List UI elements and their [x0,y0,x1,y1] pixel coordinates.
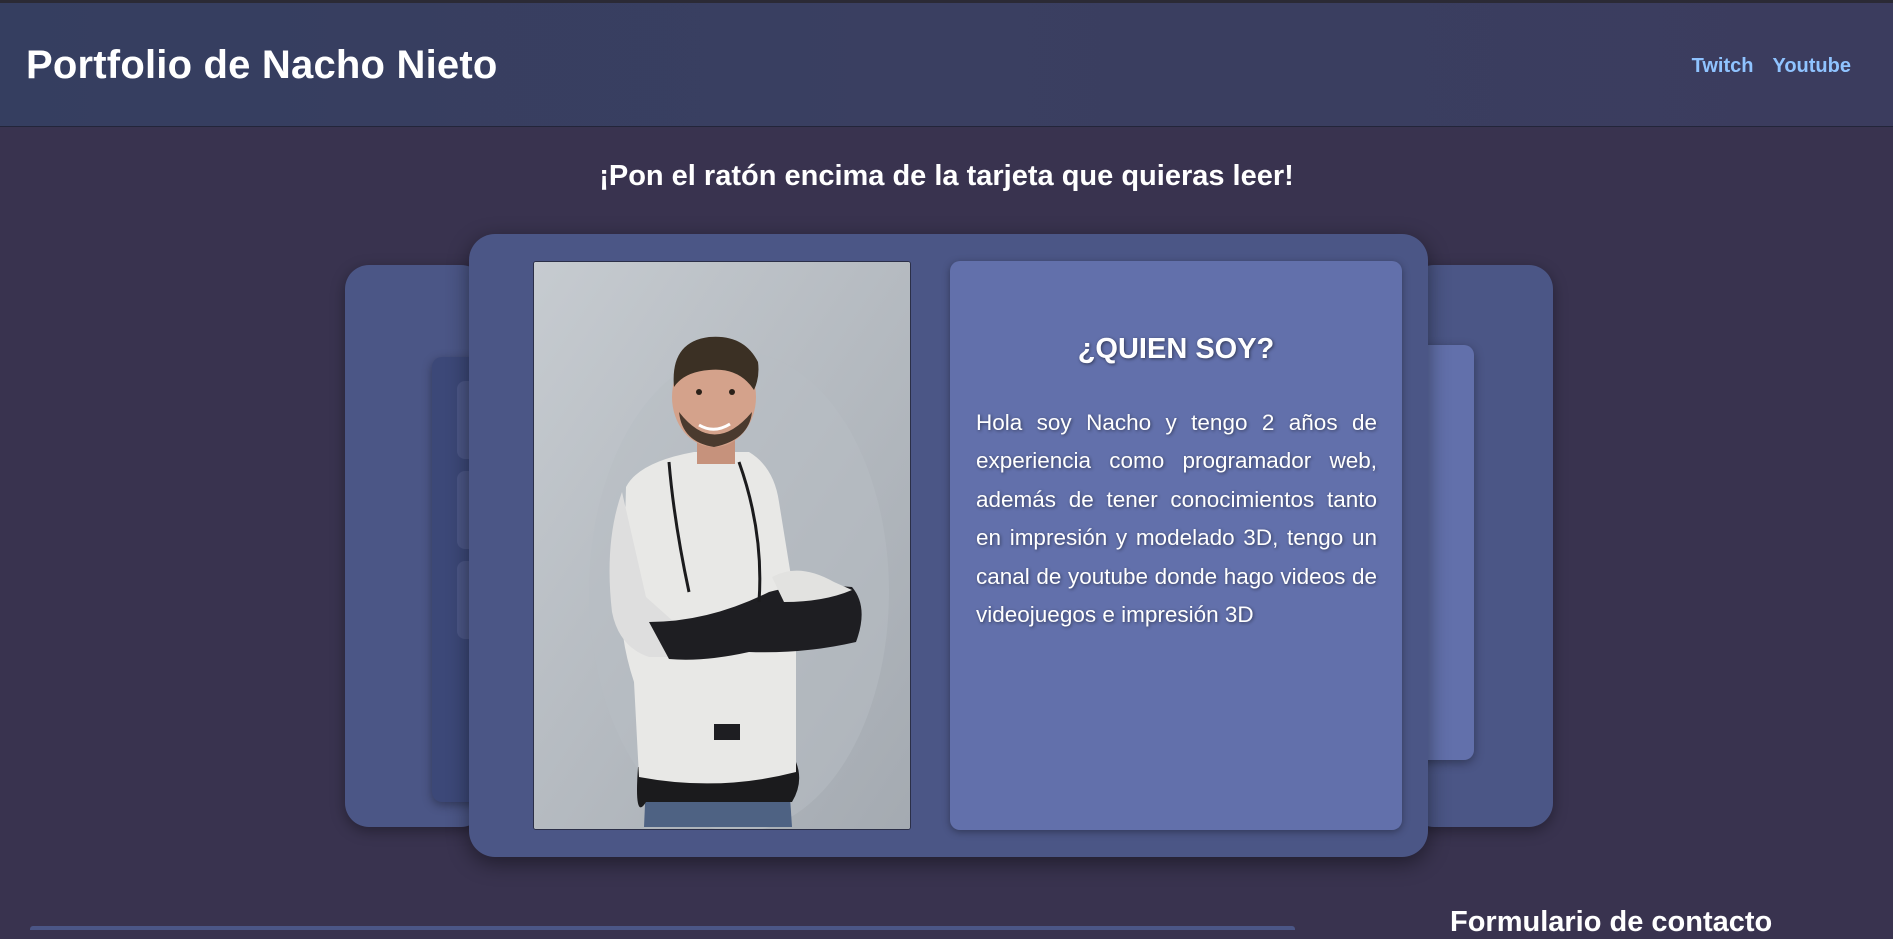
about-text-panel: ¿QUIEN SOY? Hola soy Nacho y tengo 2 año… [950,261,1402,830]
header-nav: Twitch Youtube [1692,55,1851,78]
profile-photo [533,261,911,830]
site-title: Portfolio de Nacho Nieto [26,43,498,87]
about-description: Hola soy Nacho y tengo 2 años de experie… [976,410,1377,628]
contact-form-title: Formulario de contacto [1450,906,1773,938]
profile-photo-illustration [534,262,910,829]
hover-hint: ¡Pon el ratón encima de la tarjeta que q… [599,160,1294,192]
about-title: ¿QUIEN SOY? [1077,333,1275,365]
nav-link-youtube[interactable]: Youtube [1772,55,1851,78]
contact-form-top-edge [30,926,1295,930]
site-header: Portfolio de Nacho Nieto Twitch Youtube [0,3,1893,127]
nav-link-twitch[interactable]: Twitch [1692,55,1754,78]
card-about-me[interactable]: ¿QUIEN SOY? Hola soy Nacho y tengo 2 año… [469,234,1428,857]
